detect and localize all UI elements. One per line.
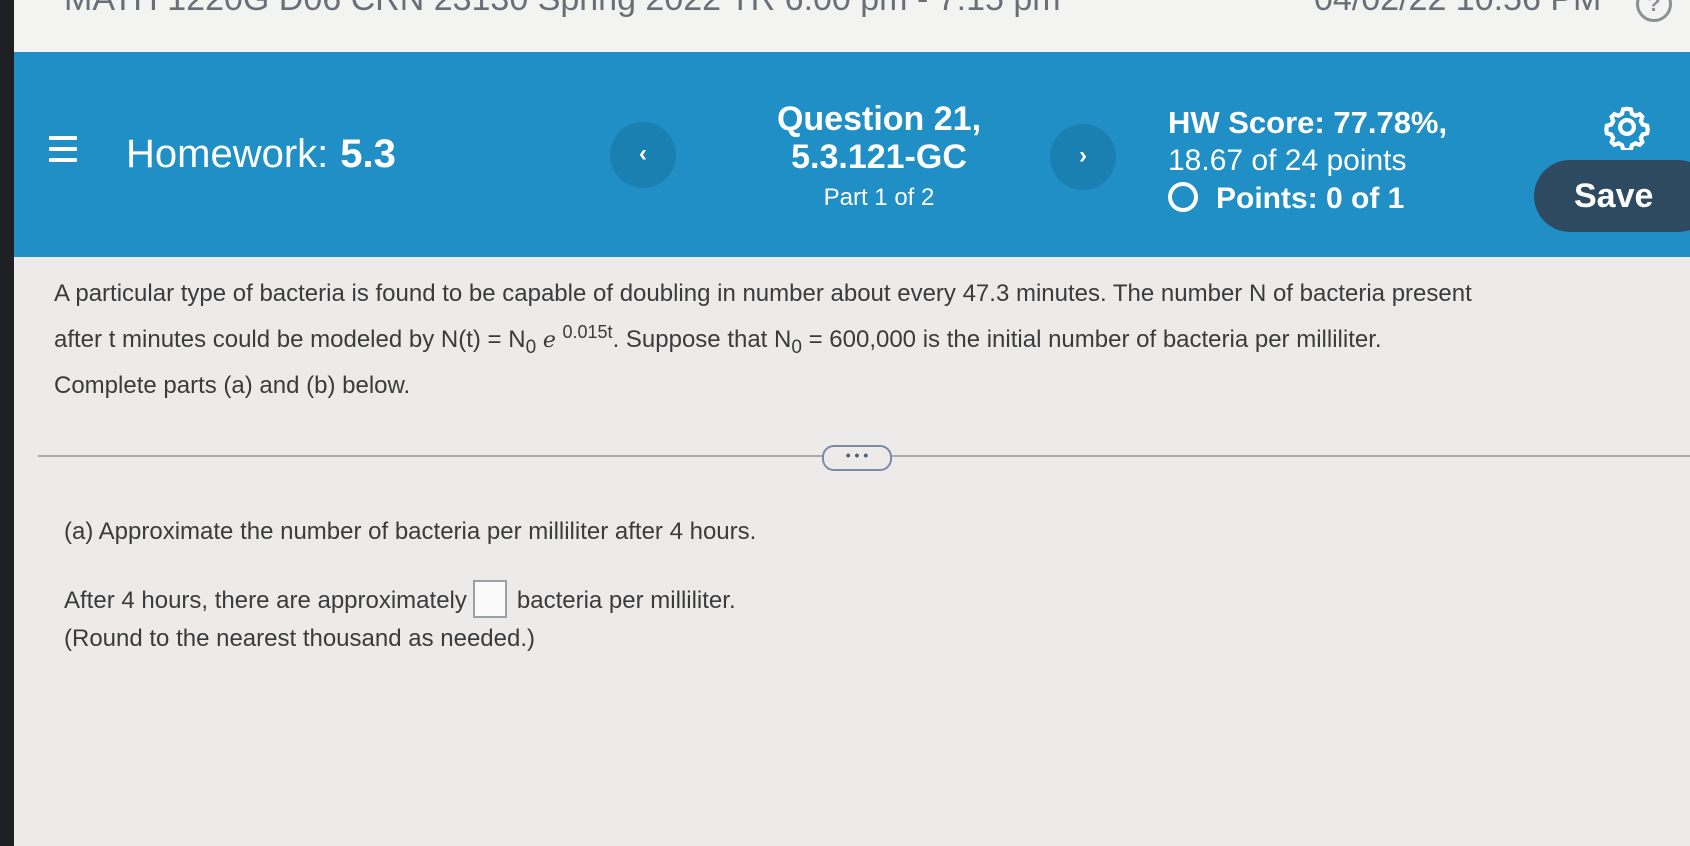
homework-header: Homework: 5.3 ‹ Question 21, 5.3.121-GC P…: [14, 52, 1690, 257]
question-id: 5.3.121-GC: [791, 138, 967, 176]
question-body: A particular type of bacteria is found t…: [54, 275, 1690, 405]
hw-points: 18.67 of 24 points: [1168, 144, 1407, 177]
homework-label: Homework:: [126, 132, 329, 176]
question-info: Question 21, 5.3.121-GC Part 1 of 2: [734, 100, 1024, 212]
question-part: Part 1 of 2: [823, 184, 935, 211]
answer-line: After 4 hours, there are approximately ba…: [64, 580, 736, 618]
help-icon[interactable]: ?: [1636, 0, 1672, 22]
timestamp: 04/02/22 10:56 PM: [1314, 0, 1601, 19]
rounding-instruction: (Round to the nearest thousand as needed…: [64, 625, 535, 652]
previous-question-button[interactable]: ‹: [610, 122, 676, 188]
question-intro: A particular type of bacteria is found t…: [54, 275, 1690, 405]
question-number: Question 21,: [776, 100, 982, 138]
browser-screen: MATH 1220G D06 CRN 23130 Spring 2022 TR …: [14, 0, 1690, 846]
hw-score: HW Score: 77.78%,: [1168, 105, 1448, 140]
course-info-strip: MATH 1220G D06 CRN 23130 Spring 2022 TR …: [14, 0, 1690, 52]
expand-more-button[interactable]: • • •: [822, 445, 892, 471]
intro-line-1: A particular type of bacteria is found t…: [54, 280, 1472, 307]
hamburger-menu-icon[interactable]: [49, 136, 77, 162]
homework-title: Homework: 5.3: [126, 132, 396, 177]
part-a-prompt: (a) Approximate the number of bacteria p…: [64, 518, 757, 545]
settings-gear-icon[interactable]: [1604, 104, 1650, 150]
answer-suffix: bacteria per milliliter.: [516, 587, 736, 614]
score-panel: HW Score: 77.78%, 18.67 of 24 points Poi…: [1168, 104, 1468, 218]
course-title: MATH 1220G D06 CRN 23130 Spring 2022 TR …: [64, 0, 1061, 19]
next-question-button[interactable]: ›: [1050, 124, 1116, 190]
question-points-label: Points: 0 of 1: [1216, 182, 1405, 215]
intro-line-3: Complete parts (a) and (b) below.: [54, 372, 411, 399]
answer-input[interactable]: [472, 580, 507, 618]
answer-prefix: After 4 hours, there are approximately: [64, 587, 467, 614]
homework-section: 5.3: [340, 132, 396, 176]
intro-line-2: after t minutes could be modeled by N(t)…: [54, 322, 1382, 358]
question-points: Points: 0 of 1: [1168, 180, 1468, 218]
points-status-icon: [1168, 182, 1198, 212]
save-button[interactable]: Save: [1534, 160, 1690, 232]
